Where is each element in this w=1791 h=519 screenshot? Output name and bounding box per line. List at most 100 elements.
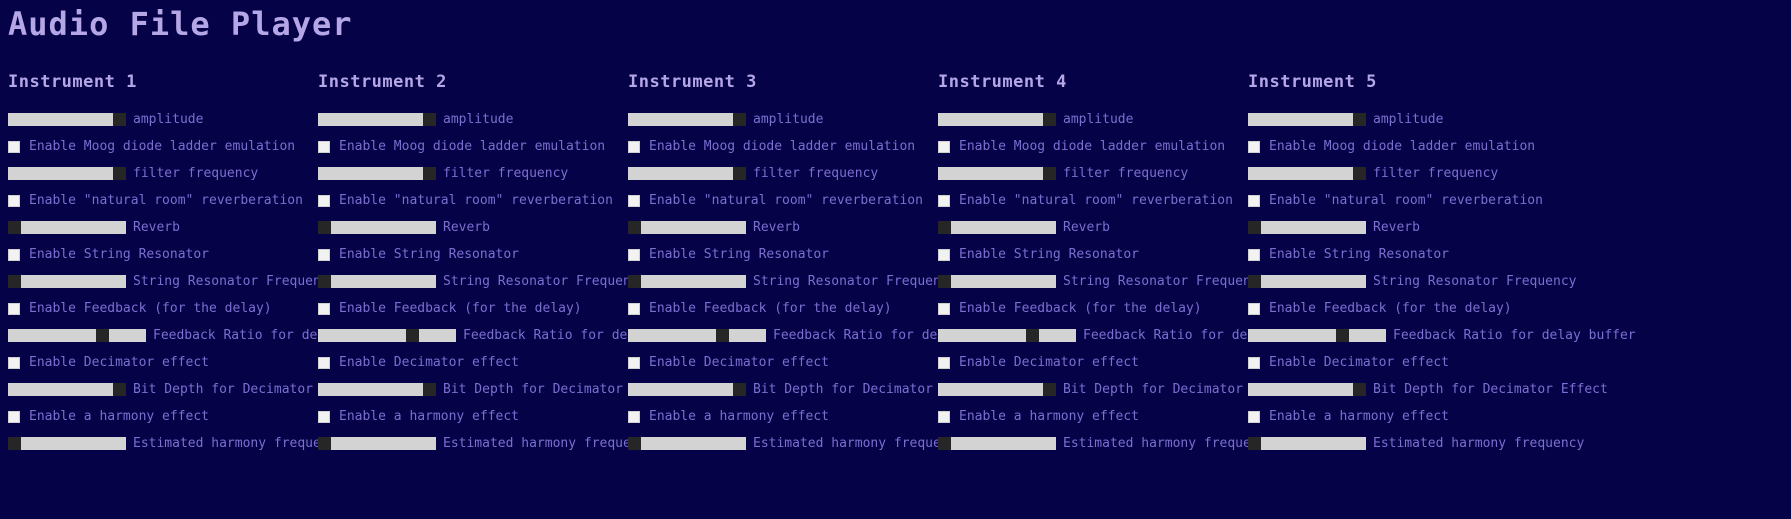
slider-thumb[interactable] bbox=[1248, 221, 1261, 234]
slider-thumb[interactable] bbox=[113, 383, 126, 396]
slider-4[interactable] bbox=[938, 221, 1056, 234]
slider-thumb[interactable] bbox=[318, 437, 331, 450]
slider-12[interactable] bbox=[1248, 437, 1366, 450]
checkbox-3[interactable] bbox=[318, 194, 330, 207]
slider-thumb[interactable] bbox=[406, 329, 419, 342]
checkbox-5[interactable] bbox=[938, 248, 950, 261]
checkbox-7[interactable] bbox=[1248, 302, 1260, 315]
slider-thumb[interactable] bbox=[423, 113, 436, 126]
checkbox-11[interactable] bbox=[1248, 410, 1260, 423]
slider-0[interactable] bbox=[938, 113, 1056, 126]
slider-thumb[interactable] bbox=[628, 275, 641, 288]
slider-2[interactable] bbox=[938, 167, 1056, 180]
checkbox-7[interactable] bbox=[938, 302, 950, 315]
slider-thumb[interactable] bbox=[8, 437, 21, 450]
slider-thumb[interactable] bbox=[1353, 167, 1366, 180]
checkbox-7[interactable] bbox=[318, 302, 330, 315]
slider-12[interactable] bbox=[938, 437, 1056, 450]
slider-thumb[interactable] bbox=[1353, 113, 1366, 126]
slider-2[interactable] bbox=[8, 167, 126, 180]
checkbox-3[interactable] bbox=[938, 194, 950, 207]
slider-thumb[interactable] bbox=[96, 329, 109, 342]
slider-10[interactable] bbox=[628, 383, 746, 396]
checkbox-9[interactable] bbox=[1248, 356, 1260, 369]
checkbox-1[interactable] bbox=[1248, 140, 1260, 153]
checkbox-11[interactable] bbox=[938, 410, 950, 423]
checkbox-9[interactable] bbox=[8, 356, 20, 369]
checkbox-5[interactable] bbox=[1248, 248, 1260, 261]
checkbox-1[interactable] bbox=[8, 140, 20, 153]
slider-thumb[interactable] bbox=[938, 275, 951, 288]
slider-thumb[interactable] bbox=[113, 113, 126, 126]
checkbox-1[interactable] bbox=[938, 140, 950, 153]
slider-thumb[interactable] bbox=[716, 329, 729, 342]
checkbox-5[interactable] bbox=[8, 248, 20, 261]
slider-2[interactable] bbox=[628, 167, 746, 180]
slider-thumb[interactable] bbox=[1336, 329, 1349, 342]
checkbox-5[interactable] bbox=[628, 248, 640, 261]
slider-thumb[interactable] bbox=[8, 275, 21, 288]
checkbox-3[interactable] bbox=[8, 194, 20, 207]
slider-8[interactable] bbox=[1248, 329, 1386, 342]
slider-0[interactable] bbox=[8, 113, 126, 126]
slider-6[interactable] bbox=[318, 275, 436, 288]
slider-10[interactable] bbox=[938, 383, 1056, 396]
slider-thumb[interactable] bbox=[1043, 113, 1056, 126]
slider-8[interactable] bbox=[628, 329, 766, 342]
checkbox-5[interactable] bbox=[318, 248, 330, 261]
checkbox-7[interactable] bbox=[628, 302, 640, 315]
checkbox-1[interactable] bbox=[318, 140, 330, 153]
slider-0[interactable] bbox=[1248, 113, 1366, 126]
checkbox-3[interactable] bbox=[628, 194, 640, 207]
slider-thumb[interactable] bbox=[628, 221, 641, 234]
slider-10[interactable] bbox=[318, 383, 436, 396]
checkbox-3[interactable] bbox=[1248, 194, 1260, 207]
slider-thumb[interactable] bbox=[1353, 383, 1366, 396]
slider-thumb[interactable] bbox=[1248, 437, 1261, 450]
slider-10[interactable] bbox=[1248, 383, 1366, 396]
slider-thumb[interactable] bbox=[938, 221, 951, 234]
slider-thumb[interactable] bbox=[628, 437, 641, 450]
slider-2[interactable] bbox=[1248, 167, 1366, 180]
slider-thumb[interactable] bbox=[1043, 167, 1056, 180]
slider-thumb[interactable] bbox=[733, 383, 746, 396]
slider-12[interactable] bbox=[318, 437, 436, 450]
slider-8[interactable] bbox=[938, 329, 1076, 342]
slider-thumb[interactable] bbox=[938, 437, 951, 450]
checkbox-7[interactable] bbox=[8, 302, 20, 315]
slider-thumb[interactable] bbox=[318, 221, 331, 234]
slider-6[interactable] bbox=[628, 275, 746, 288]
checkbox-9[interactable] bbox=[938, 356, 950, 369]
slider-8[interactable] bbox=[318, 329, 456, 342]
slider-thumb[interactable] bbox=[1248, 275, 1261, 288]
checkbox-11[interactable] bbox=[628, 410, 640, 423]
slider-4[interactable] bbox=[8, 221, 126, 234]
slider-6[interactable] bbox=[1248, 275, 1366, 288]
slider-6[interactable] bbox=[8, 275, 126, 288]
slider-12[interactable] bbox=[8, 437, 126, 450]
checkbox-11[interactable] bbox=[318, 410, 330, 423]
slider-thumb[interactable] bbox=[423, 383, 436, 396]
slider-8[interactable] bbox=[8, 329, 146, 342]
checkbox-9[interactable] bbox=[318, 356, 330, 369]
slider-thumb[interactable] bbox=[318, 275, 331, 288]
slider-thumb[interactable] bbox=[733, 113, 746, 126]
checkbox-11[interactable] bbox=[8, 410, 20, 423]
slider-thumb[interactable] bbox=[113, 167, 126, 180]
slider-6[interactable] bbox=[938, 275, 1056, 288]
slider-4[interactable] bbox=[628, 221, 746, 234]
slider-thumb[interactable] bbox=[1026, 329, 1039, 342]
slider-10[interactable] bbox=[8, 383, 126, 396]
slider-12[interactable] bbox=[628, 437, 746, 450]
slider-0[interactable] bbox=[318, 113, 436, 126]
checkbox-9[interactable] bbox=[628, 356, 640, 369]
slider-thumb[interactable] bbox=[1043, 383, 1056, 396]
slider-thumb[interactable] bbox=[8, 221, 21, 234]
slider-4[interactable] bbox=[1248, 221, 1366, 234]
slider-0[interactable] bbox=[628, 113, 746, 126]
checkbox-1[interactable] bbox=[628, 140, 640, 153]
slider-thumb[interactable] bbox=[733, 167, 746, 180]
slider-thumb[interactable] bbox=[423, 167, 436, 180]
slider-4[interactable] bbox=[318, 221, 436, 234]
slider-2[interactable] bbox=[318, 167, 436, 180]
